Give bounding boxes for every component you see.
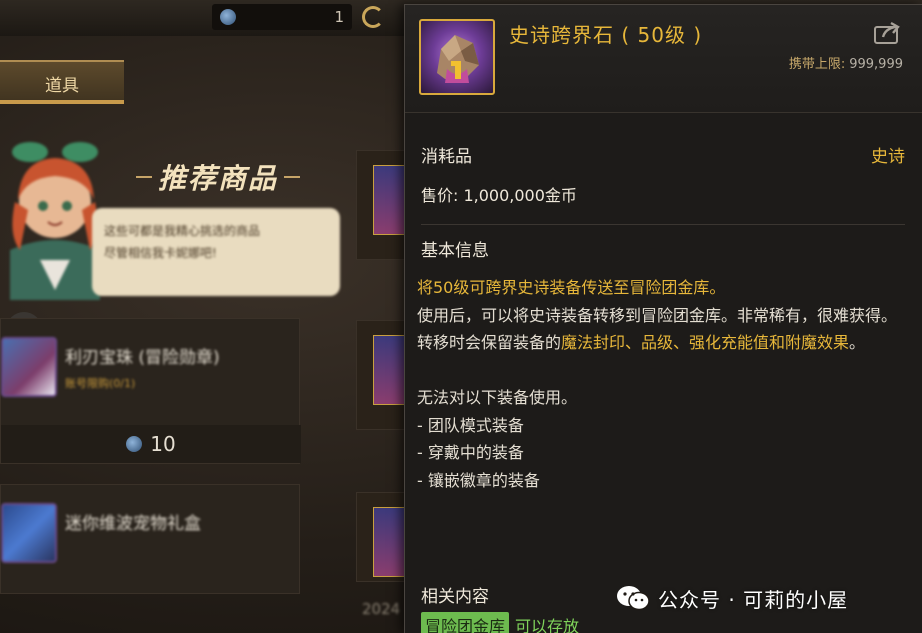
- shop-item-card[interactable]: [356, 320, 408, 430]
- shop-item-price-value: 10: [150, 432, 176, 456]
- desc-line-3-a: 转移时会保留装备的: [417, 333, 562, 352]
- shop-item-name: 迷你维波宠物礼盒: [65, 514, 201, 534]
- storage-tag-row: 冒险团金库 可以存放: [421, 612, 579, 633]
- desc-line-3: 转移时会保留装备的魔法封印、品级、强化充能值和附魔效果。: [417, 329, 897, 357]
- desc-line-3-c: 。: [849, 333, 866, 352]
- epic-stone-icon: [419, 19, 495, 95]
- desc-line-1: 将50级可跨界史诗装备传送至冒险团金库。: [417, 278, 726, 297]
- recommend-title: 推荐商品: [128, 156, 308, 198]
- section-related: 相关内容: [421, 587, 489, 607]
- storage-tag: 冒险团金库: [421, 612, 510, 633]
- npc-speech-bubble: 这些可都是我精心挑选的商品 尽管相信我卡妮娜吧!: [92, 208, 340, 296]
- item-description: 将50级可跨界史诗装备传送至冒险团金库。 使用后，可以将史诗装备转移到冒险团金库…: [417, 274, 897, 494]
- shop-item-name: 利刃宝珠 (冒险勋章): [65, 348, 220, 368]
- tab-items-label: 道具: [45, 75, 79, 96]
- carry-limit-value: 999,999: [849, 57, 903, 72]
- item-tooltip: 史诗跨界石 ( 50级 ) 携带上限: 999,999 消耗品 史诗 售价: 1,…: [404, 4, 922, 633]
- desc-line-7: - 镶嵌徽章的装备: [417, 470, 540, 490]
- item-type: 消耗品: [421, 147, 472, 167]
- title-ornament-left: [135, 176, 152, 178]
- share-icon[interactable]: [873, 21, 901, 45]
- shop-item-price: 10: [1, 425, 301, 463]
- wechat-icon: [617, 586, 650, 611]
- desc-line-2: 使用后，可以将史诗装备转移到冒险团金库。非常稀有，很难获得。: [417, 305, 898, 325]
- shop-item-card[interactable]: [356, 492, 408, 582]
- currency-box: 1: [212, 4, 352, 30]
- gold-coin-icon: [362, 6, 384, 28]
- coin-icon: [220, 9, 236, 25]
- tooltip-header: 史诗跨界石 ( 50级 ) 携带上限: 999,999: [405, 5, 922, 113]
- recommend-title-text: 推荐商品: [157, 162, 278, 195]
- carry-limit: 携带上限: 999,999: [789, 53, 903, 72]
- storage-status: 可以存放: [515, 617, 580, 633]
- npc-speech-line-2: 尽管相信我卡妮娜吧!: [104, 246, 217, 260]
- year-text: 2024: [362, 600, 401, 618]
- title-ornament-right: [284, 176, 300, 178]
- sword-orb-icon: [1, 337, 57, 397]
- tab-items[interactable]: 道具: [0, 60, 124, 104]
- item-price: 售价: 1,000,000金币: [421, 186, 577, 205]
- section-basic-info: 基本信息: [421, 241, 489, 261]
- desc-line-6: - 穿戴中的装备: [417, 443, 524, 462]
- divider: [421, 224, 905, 225]
- tooltip-body: 消耗品 史诗 售价: 1,000,000金币 基本信息 将50级可跨界史诗装备传…: [405, 114, 922, 633]
- shop-item-card[interactable]: [356, 150, 408, 260]
- item-thumb: [373, 507, 405, 577]
- item-rarity: 史诗: [871, 147, 905, 167]
- shop-item-card[interactable]: 利刃宝珠 (冒险勋章) 账号限购(0/1) 10: [0, 318, 301, 464]
- item-type-row: 消耗品 史诗: [421, 142, 905, 167]
- item-thumb: [373, 165, 405, 235]
- currency-count: 1: [334, 8, 344, 26]
- medal-coin-icon: [126, 436, 143, 452]
- pet-box-icon: [1, 503, 57, 563]
- carry-limit-label: 携带上限:: [788, 57, 846, 72]
- item-title: 史诗跨界石 ( 50级 ): [509, 23, 703, 47]
- watermark-text: 公众号 · 可莉的小屋: [658, 587, 849, 612]
- desc-line-4: 无法对以下装备使用。: [417, 388, 578, 407]
- shop-item-card[interactable]: 迷你维波宠物礼盒: [0, 484, 300, 594]
- desc-spacer: [417, 357, 897, 385]
- desc-line-5: - 团队模式装备: [417, 415, 524, 435]
- desc-line-3-b: 魔法封印、品级、强化充能值和附魔效果: [561, 333, 850, 352]
- shop-item-limit: 账号限购(0/1): [65, 377, 136, 390]
- npc-speech-line-1: 这些可都是我精心挑选的商品: [104, 224, 261, 238]
- watermark: 公众号 · 可莉的小屋: [616, 580, 848, 616]
- item-thumb: [373, 335, 405, 405]
